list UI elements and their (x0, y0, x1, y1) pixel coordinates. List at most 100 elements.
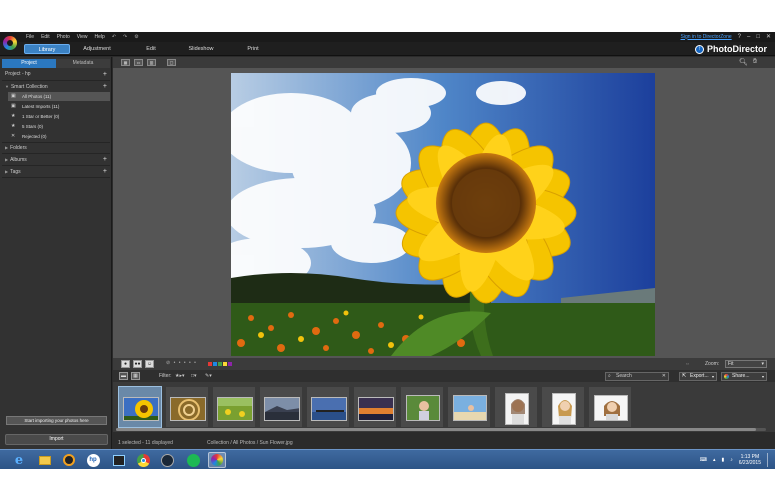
signin-link[interactable]: Sign in to DirectorZone (681, 34, 732, 40)
hand-tool-icon[interactable]: ✋︎ (753, 58, 757, 66)
clock-date: 6/23/2015 (738, 460, 761, 466)
upload-arrow-icon[interactable]: ↑ (694, 44, 704, 54)
project-row[interactable]: Project - hp + (2, 70, 110, 79)
color-label-yellow[interactable] (223, 362, 227, 366)
grid-view-icon[interactable]: ▦ (131, 372, 140, 380)
photodirector-taskbar-icon[interactable] (208, 452, 226, 468)
collection-1-star[interactable]: ★ 1 Star or Better (0) (8, 112, 110, 121)
loupe-view-icon[interactable]: ▭ (134, 59, 143, 66)
menu-file[interactable]: File (26, 34, 34, 40)
tags-header[interactable]: ▶ Tags + (2, 167, 110, 176)
media-center-icon[interactable] (110, 452, 128, 468)
smart-collection-header[interactable]: ▼ Smart Collection + (2, 82, 110, 91)
collection-latest-imports[interactable]: ▣ Latest Imports (11) (8, 102, 110, 111)
chrome-icon[interactable] (134, 452, 152, 468)
network-icon[interactable]: ▮ (721, 457, 724, 463)
tab-slideshow[interactable]: Slideshow (178, 44, 224, 54)
add-project-icon[interactable]: + (103, 70, 107, 79)
tab-print[interactable]: Print (230, 44, 276, 54)
thumbnail-sun-flower[interactable] (118, 386, 162, 428)
menu-help[interactable]: Help (95, 34, 105, 40)
zoom-label: Zoom: (705, 361, 720, 367)
face-tag-icon[interactable]: ☺ (145, 360, 154, 368)
media-player-icon[interactable] (60, 452, 78, 468)
hp-icon[interactable]: hp (84, 452, 102, 468)
show-desktop-button[interactable] (767, 453, 771, 467)
thumbnail-child[interactable] (400, 386, 444, 428)
tab-edit[interactable]: Edit (128, 44, 174, 54)
steam-icon[interactable] (158, 452, 176, 468)
clear-search-icon[interactable]: ✕ (662, 373, 666, 380)
fullscreen-view-icon[interactable]: ▢ (167, 59, 176, 66)
rating-stars[interactable]: ⊘ • • • • • (166, 360, 197, 366)
color-label-purple[interactable] (228, 362, 232, 366)
add-album-icon[interactable]: + (103, 155, 107, 164)
rating-filter-dropdown[interactable]: ★▸▾ (175, 372, 185, 380)
filmstrip-view-icon[interactable]: ▬ (119, 372, 128, 380)
person-icon[interactable]: ● (121, 360, 130, 368)
show-hidden-icon[interactable]: ▴ (713, 457, 716, 463)
app-logo-icon[interactable] (3, 36, 17, 50)
menu-view[interactable]: View (77, 34, 88, 40)
undo-icon[interactable]: ↶ (112, 34, 116, 40)
thumbnail-portrait-3[interactable] (588, 386, 632, 428)
folders-header[interactable]: ▶ Folders (2, 143, 110, 152)
settings-gear-icon[interactable]: ⚙ (134, 34, 138, 40)
spotify-icon[interactable] (184, 452, 202, 468)
thumbnail-spiral[interactable] (165, 386, 209, 428)
grid-view-icon[interactable]: ▦ (121, 59, 130, 66)
collection-all-photos[interactable]: ▣ All Photos (11) (8, 92, 110, 101)
close-icon[interactable]: ✕ (766, 33, 771, 40)
flag-filter-dropdown[interactable]: □▾ (191, 372, 197, 380)
filter-label: Filter: (159, 373, 172, 379)
people-icon[interactable]: ●● (133, 360, 142, 368)
color-filter-dropdown[interactable]: ✎▾ (205, 372, 212, 380)
maximize-icon[interactable]: □ (756, 34, 760, 40)
file-explorer-icon[interactable] (36, 452, 54, 468)
tab-metadata[interactable]: Metadata (56, 59, 110, 68)
thumbnail-portrait-2[interactable] (541, 386, 585, 428)
thumbnail-image (217, 397, 253, 421)
clock[interactable]: 1:13 PM 6/23/2015 (739, 454, 761, 466)
color-label-green[interactable] (218, 362, 222, 366)
start-import-hint[interactable]: Start importing your photos here (6, 416, 107, 425)
minimize-icon[interactable]: – (747, 34, 750, 40)
keyboard-icon[interactable]: ⌨ (700, 457, 707, 463)
albums-header[interactable]: ▶ Albums + (2, 155, 110, 164)
menu-photo[interactable]: Photo (57, 34, 70, 40)
zoom-tool-icon[interactable]: 🔍︎ (739, 58, 748, 66)
collection-rejected[interactable]: ✕ Rejected (0) (8, 132, 110, 141)
fit-icon[interactable]: ⇔ (685, 361, 690, 367)
share-label: Share... (732, 373, 750, 379)
folders-label: Folders (10, 145, 27, 151)
volume-icon[interactable]: ♪ (730, 457, 733, 463)
photo-viewer: ● ●● ☺ ⊘ • • • • • ⇔ Zoom: Fit ▾ (113, 68, 775, 391)
thumbnail-sunset[interactable] (353, 386, 397, 428)
export-button[interactable]: ⇱ Export... ▾ (679, 372, 717, 381)
internet-explorer-icon[interactable]: e (10, 452, 28, 468)
thumbnail-field[interactable] (212, 386, 256, 428)
redo-icon[interactable]: ↷ (123, 34, 127, 40)
compare-view-icon[interactable]: ▥ (147, 59, 156, 66)
search-field[interactable]: ⌕ Search ✕ (605, 372, 669, 381)
tab-project[interactable]: Project (2, 59, 56, 68)
add-tag-icon[interactable]: + (103, 167, 107, 176)
main-photo[interactable] (231, 73, 655, 356)
thumbnail-portrait-1[interactable] (494, 386, 538, 428)
color-label-blue[interactable] (213, 362, 217, 366)
import-button[interactable]: Import (5, 434, 108, 445)
thumbnail-coast[interactable] (259, 386, 303, 428)
thumbnail-pier[interactable] (306, 386, 350, 428)
zoom-select[interactable]: Fit ▾ (725, 360, 767, 368)
color-label-red[interactable] (208, 362, 212, 366)
tab-library[interactable]: Library (24, 44, 70, 54)
menu-edit[interactable]: Edit (41, 34, 50, 40)
filmstrip-scrollbar[interactable] (116, 428, 766, 431)
add-smart-collection-icon[interactable]: + (103, 82, 107, 91)
search-icon: ⌕ (608, 373, 611, 379)
share-button[interactable]: Share... ▾ (721, 372, 767, 381)
tab-adjustment[interactable]: Adjustment (74, 44, 120, 54)
thumbnail-beach[interactable] (447, 386, 491, 428)
help-icon[interactable]: ? (738, 34, 741, 40)
collection-5-stars[interactable]: ★ 5 Stars (0) (8, 122, 110, 131)
